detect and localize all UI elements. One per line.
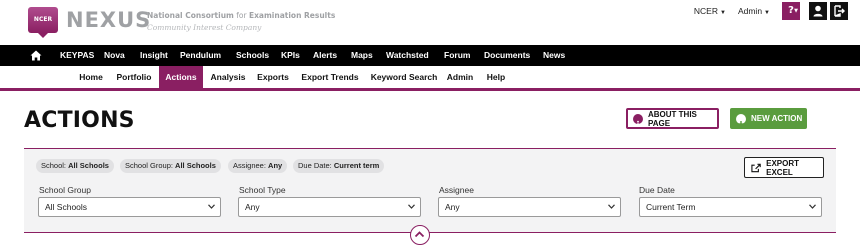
brand-tagline: National Consortium for Examination Resu… (147, 11, 335, 20)
filter-chip-school[interactable]: School: All Schools (36, 159, 114, 173)
subnav-item-portfolio[interactable]: Portfolio (112, 66, 156, 88)
info-icon (633, 113, 643, 127)
chip-value: All Schools (175, 161, 216, 170)
school-type-select[interactable]: Any (238, 197, 421, 217)
nav-item-alerts[interactable]: Alerts (313, 45, 337, 66)
filter-chip-school-group[interactable]: School Group: All Schools (120, 159, 221, 173)
panel-divider (24, 232, 836, 233)
chip-value: All Schools (68, 161, 109, 170)
nav-item-kpis[interactable]: KPIs (281, 45, 300, 66)
about-page-button[interactable]: ABOUT THIS PAGE (626, 108, 719, 129)
school-group-select[interactable]: All Schools (38, 197, 221, 217)
filter-chip-due-date[interactable]: Due Date: Current term (293, 159, 385, 173)
page-title: ACTIONS (24, 108, 135, 133)
nav-item-nova[interactable]: Nova (104, 45, 125, 66)
tagline-part-a: National Consortium (147, 11, 234, 20)
subnav-item-exports[interactable]: Exports (253, 66, 293, 88)
brand-name: NEXUS (66, 8, 152, 32)
profile-button[interactable] (809, 2, 827, 20)
school-type-value: Any (245, 202, 260, 212)
logout-button[interactable] (830, 2, 848, 20)
nav-item-keypas[interactable]: KEYPAS (60, 45, 94, 66)
due-date-label: Due Date (639, 185, 675, 195)
assignee-select[interactable]: Any (438, 197, 621, 217)
filter-chip-assignee[interactable]: Assignee: Any (228, 159, 288, 173)
chip-key: Assignee: (233, 161, 266, 170)
about-page-label: ABOUT THIS PAGE (648, 109, 697, 128)
assignee-value: Any (445, 202, 460, 212)
subnav-item-actions[interactable]: Actions (159, 66, 203, 88)
nav-item-maps[interactable]: Maps (351, 45, 373, 66)
org-label: NCER (693, 6, 718, 16)
chevron-down-icon (208, 204, 215, 209)
nav-item-forum[interactable]: Forum (444, 45, 470, 66)
user-dropdown[interactable]: Admin ▼ (738, 6, 770, 16)
user-controls: NCER ▼ Admin ▼ ? ▼ (694, 2, 848, 20)
caret-down-icon: ▼ (794, 8, 798, 14)
brand-subtitle: Community Interest Company (147, 23, 262, 32)
subnav-item-admin[interactable]: Admin (444, 66, 476, 88)
subnav-item-analysis[interactable]: Analysis (206, 66, 250, 88)
nav-divider (0, 88, 860, 91)
new-action-label: NEW ACTION (751, 114, 803, 123)
plus-icon (736, 113, 746, 127)
help-label: ? (788, 5, 794, 16)
export-excel-button[interactable]: EXPORT EXCEL (744, 157, 824, 178)
nav-item-schools[interactable]: Schools (236, 45, 269, 66)
due-date-value: Current Term (646, 202, 696, 212)
sub-navigation: Home Portfolio Actions Analysis Exports … (0, 66, 860, 88)
nav-item-pendulum[interactable]: Pendulum (180, 45, 221, 66)
chevron-up-icon (414, 231, 425, 238)
chevron-down-icon (408, 204, 415, 209)
chip-key: Due Date: (298, 161, 332, 170)
nav-item-news[interactable]: News (543, 45, 565, 66)
subnav-item-keyword-search[interactable]: Keyword Search (367, 66, 441, 88)
org-dropdown[interactable]: NCER ▼ (694, 6, 726, 16)
chip-value: Any (268, 161, 283, 170)
caret-down-icon: ▼ (720, 10, 726, 16)
main-navigation: KEYPAS Nova Insight Pendulum Schools KPI… (0, 45, 860, 66)
chip-value: Current term (333, 161, 380, 170)
school-type-label: School Type (239, 185, 286, 195)
nav-item-watchsted[interactable]: Watchsted (386, 45, 429, 66)
app-header: NCER NEXUS National Consortium for Exami… (0, 0, 860, 44)
nav-item-insight[interactable]: Insight (140, 45, 168, 66)
tagline-part-mid: for (236, 11, 247, 20)
school-group-value: All Schools (45, 202, 88, 212)
logout-icon (834, 5, 845, 17)
filter-panel: School: All Schools School Group: All Sc… (24, 148, 836, 232)
due-date-select[interactable]: Current Term (639, 197, 822, 217)
caret-down-icon: ▼ (764, 10, 770, 16)
logo-text: NCER (33, 16, 53, 23)
chip-key: School Group: (125, 161, 173, 170)
help-button[interactable]: ? ▼ (782, 2, 800, 20)
nav-item-documents[interactable]: Documents (484, 45, 530, 66)
user-label: Admin (737, 6, 763, 16)
subnav-item-export-trends[interactable]: Export Trends (298, 66, 362, 88)
home-icon[interactable] (30, 50, 42, 61)
school-group-label: School Group (39, 185, 91, 195)
assignee-label: Assignee (439, 185, 474, 195)
user-icon (813, 5, 823, 17)
chevron-down-icon (809, 204, 816, 209)
chevron-down-icon (608, 204, 615, 209)
export-icon (751, 163, 761, 172)
collapse-filters-button[interactable] (410, 225, 430, 245)
export-excel-label: EXPORT EXCEL (766, 158, 800, 177)
subnav-item-home[interactable]: Home (72, 66, 110, 88)
chip-key: School: (41, 161, 67, 170)
tagline-part-b: Examination Results (248, 11, 336, 20)
new-action-button[interactable]: NEW ACTION (730, 108, 807, 129)
subnav-item-help[interactable]: Help (482, 66, 510, 88)
ncer-logo[interactable]: NCER (28, 7, 58, 38)
